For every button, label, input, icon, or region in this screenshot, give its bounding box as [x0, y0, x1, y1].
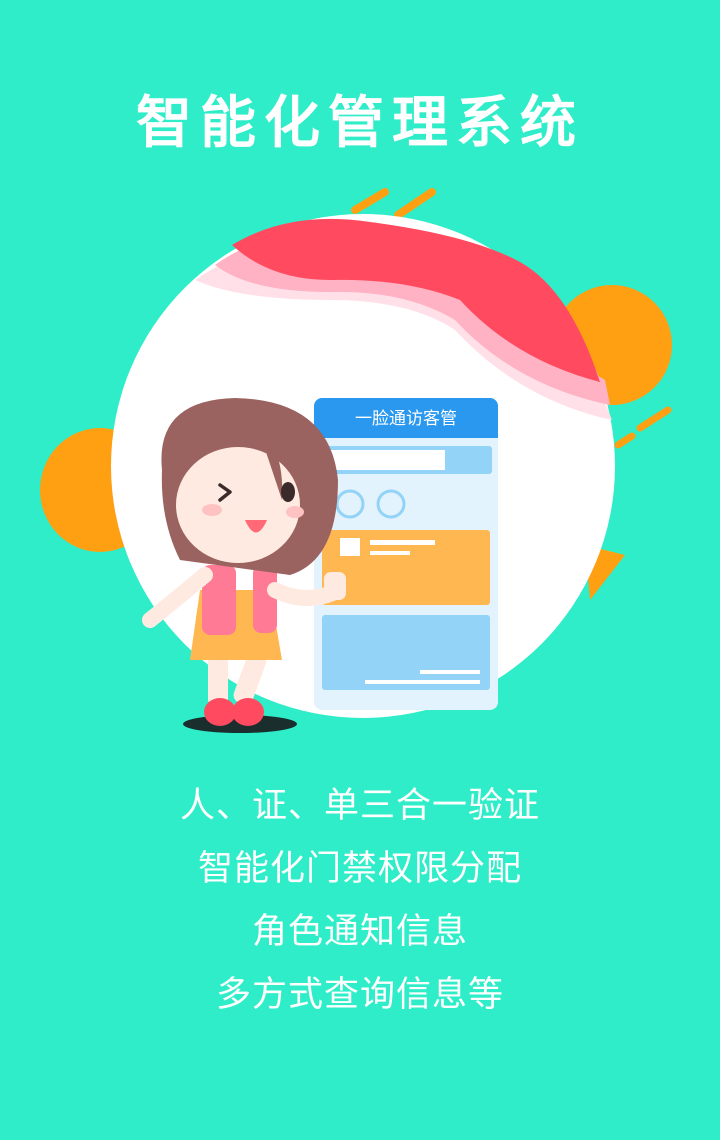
phone-app-title: 一脸通访客管 [355, 409, 457, 429]
feature-item: 多方式查询信息等 [215, 975, 504, 1015]
hero-illustration: 一脸通访客管 [40, 188, 672, 733]
phone-mockup: 一脸通访客管 [314, 398, 498, 710]
feature-list: 人、证、单三合一验证 智能化门禁权限分配 角色通知信息 多方式查询信息等 [0, 775, 720, 1027]
feature-item: 智能化门禁权限分配 [197, 849, 522, 889]
promo-page: 智能化管理系统 一脸通访客管 人、证、单三合一验证 智能化门禁权限分配 角色通知… [0, 0, 720, 1140]
phone-card-blue [322, 615, 490, 690]
feature-item: 人、证、单三合一验证 [179, 786, 540, 826]
feature-item: 角色通知信息 [251, 912, 468, 952]
page-title: 智能化管理系统 [136, 91, 584, 156]
